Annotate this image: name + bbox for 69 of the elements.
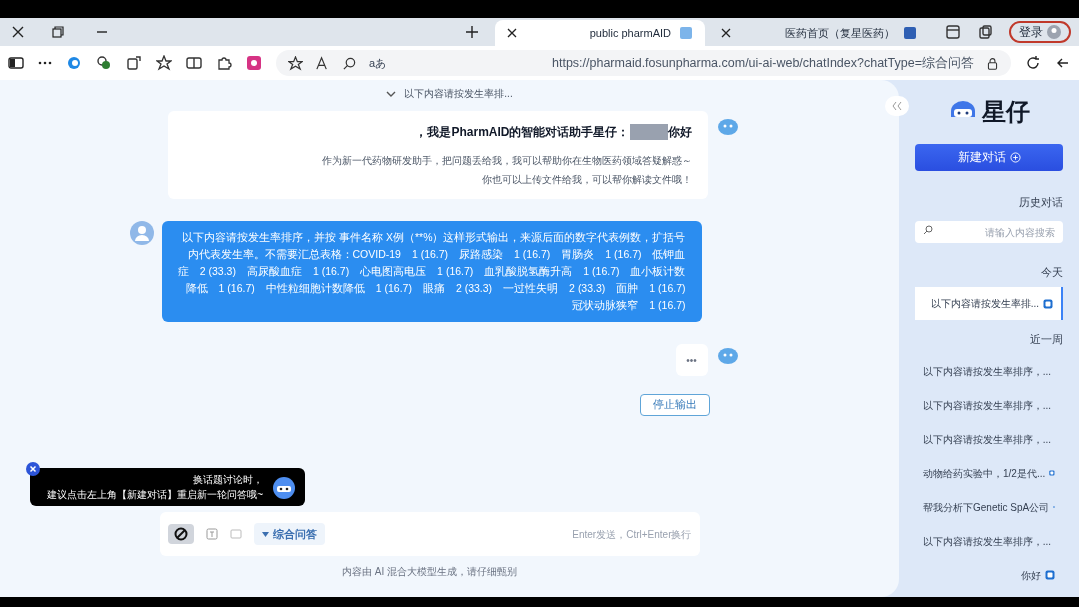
user-message: 以下内容请按发生率排序，并按 事件名称 X例（**%）这样形式输出，来源后面的数字代表例数，扩括号内代表发生率。不需要汇总表格：COVID-19 1 (16.7) 尿路感染 1 (16.7) 胃肠炎 1 (16.7) 低钾血症 2 (33.3) 高尿酸血症 1 (16.7) 心电图高电压 1 (16.7) 血乳酸脱氢酶升高 1 (16.7) 血小板计数降低 1 (16.7) 中性粒细胞计数降低 1 (16.7) 眼痛 2 (33.3) 一过性失明 2 (33.3) 面肿 1 (16.7) 冠状动脉狭窄 1 (16.7) bbox=[161, 221, 702, 322]
collections-icon[interactable] bbox=[126, 55, 142, 71]
chat-title: 以下内容请按发生率排... bbox=[404, 87, 513, 101]
welcome-text: 你也可以上传文件给我，可以帮你解读文件哦！ bbox=[481, 173, 692, 187]
extension-icon[interactable] bbox=[246, 55, 262, 71]
zoom-icon[interactable] bbox=[342, 55, 357, 71]
logo-text: 星仔 bbox=[982, 97, 1030, 127]
history-item[interactable]: 动物给药实验中，1/2是代... bbox=[915, 456, 1063, 490]
disclaimer-text: 内容由 AI 混合大模型生成，请仔细甄别 bbox=[342, 565, 517, 579]
new-chat-button[interactable]: 新建对话 bbox=[915, 144, 1063, 171]
message-input[interactable]: 综合问答 Enter发送，Ctrl+Enter换行 bbox=[159, 512, 700, 556]
star-icon[interactable] bbox=[288, 55, 303, 71]
browser-tab[interactable]: public pharmAID bbox=[495, 20, 705, 46]
chat-icon bbox=[1049, 468, 1055, 479]
close-tab-icon[interactable] bbox=[507, 28, 517, 38]
extensions-icon[interactable] bbox=[96, 55, 112, 71]
section-title: 历史对话 bbox=[1019, 195, 1063, 210]
history-item[interactable]: 以下内容请按发生率排序，... bbox=[915, 388, 1063, 422]
more-icon[interactable] bbox=[38, 61, 52, 65]
avatar-icon bbox=[1047, 25, 1061, 39]
redacted-block bbox=[629, 124, 668, 140]
typing-indicator: ••• bbox=[675, 344, 708, 376]
close-icon[interactable] bbox=[12, 26, 24, 38]
site-icon bbox=[679, 26, 693, 40]
chat-icon bbox=[1045, 570, 1055, 581]
search-field[interactable]: 请输入内容搜索 bbox=[915, 221, 1063, 244]
favorites-icon[interactable] bbox=[156, 55, 172, 71]
send-button[interactable] bbox=[167, 524, 194, 544]
split-screen-icon[interactable] bbox=[186, 55, 202, 71]
workspaces-icon[interactable] bbox=[945, 24, 961, 40]
caret-icon bbox=[261, 531, 269, 537]
new-tab-icon[interactable] bbox=[465, 25, 479, 39]
group-label: 今天 bbox=[1041, 265, 1063, 281]
mode-dropdown[interactable]: 综合问答 bbox=[253, 523, 325, 545]
plus-circle-icon bbox=[1009, 152, 1021, 163]
site-icon bbox=[903, 26, 917, 40]
restore-icon[interactable] bbox=[52, 26, 64, 38]
tip-text: 换话题讨论时， bbox=[193, 473, 263, 487]
history-item[interactable]: 你好 bbox=[915, 558, 1063, 592]
welcome-text: 作为新一代药物研发助手，把问题丢给我，我可以帮助你在生物医药领域答疑解惑～ bbox=[321, 154, 692, 168]
group-label: 近一周 bbox=[1030, 332, 1063, 347]
sidebar-icon[interactable] bbox=[8, 55, 24, 71]
browser-tab[interactable]: 医药首页（复星医药） bbox=[709, 20, 929, 46]
browser-logo-icon[interactable] bbox=[66, 55, 82, 71]
history-item[interactable]: 以下内容请按发生率排序，... bbox=[915, 422, 1063, 456]
search-icon bbox=[923, 224, 933, 235]
translate-icon[interactable]: aあ bbox=[369, 54, 387, 72]
refresh-icon[interactable] bbox=[1025, 55, 1041, 71]
input-placeholder: Enter发送，Ctrl+Enter换行 bbox=[571, 527, 692, 542]
login-button[interactable]: 登录 bbox=[1009, 21, 1071, 43]
history-item[interactable]: 以下内容请按发生率排序，... bbox=[915, 524, 1063, 558]
user-avatar-icon bbox=[129, 221, 154, 245]
close-icon[interactable] bbox=[26, 462, 40, 476]
chevron-down-icon[interactable] bbox=[386, 89, 397, 98]
history-item[interactable]: 帮我分析下Genetic SpA公司 bbox=[915, 490, 1063, 524]
close-tab-icon[interactable] bbox=[721, 28, 731, 38]
stop-output-button[interactable]: 停止输出 bbox=[639, 394, 710, 416]
collections-icon[interactable] bbox=[977, 24, 993, 40]
chat-icon bbox=[1043, 298, 1053, 309]
url-field[interactable]: https://pharmaid.fosunpharma.com/ui-ai-web/chatIndex?chatType=综合问答 bbox=[398, 53, 974, 73]
history-item[interactable]: 以下内容请按发生率排... bbox=[915, 287, 1063, 320]
lock-icon bbox=[986, 56, 999, 70]
robot-icon bbox=[271, 474, 297, 500]
greeting-start: 你好 bbox=[667, 124, 692, 141]
greeting-text: ，我是PharmAID的智能对话助手星仔： bbox=[415, 124, 630, 141]
tip-text: 建议点击左上角【新建对话】重启新一轮问答哦~ bbox=[47, 488, 263, 502]
read-aloud-icon[interactable] bbox=[315, 55, 330, 71]
history-item[interactable]: 以下内容请按发生率排序，... bbox=[915, 354, 1063, 388]
puzzle-icon[interactable] bbox=[216, 55, 232, 71]
